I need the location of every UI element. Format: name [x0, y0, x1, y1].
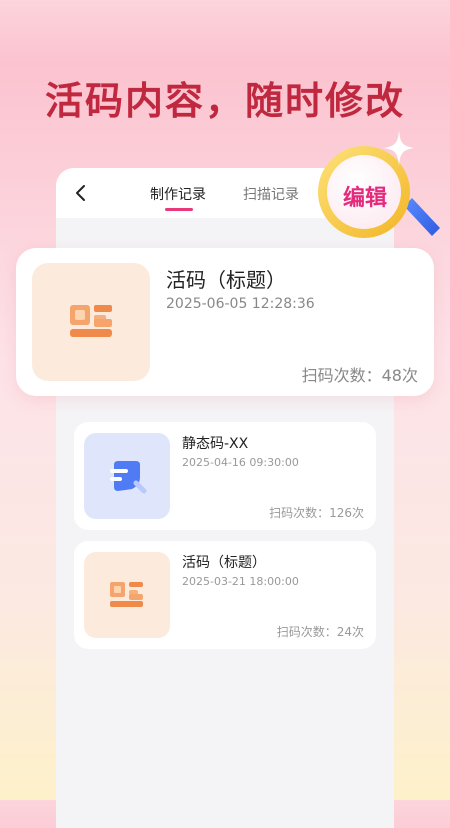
scan-count: 扫码次数：126次	[269, 506, 364, 520]
record-date: 2025-03-21 18:00:00	[182, 575, 299, 588]
back-button[interactable]	[70, 182, 92, 204]
list-item[interactable]: 活码（标题） 2025-03-21 18:00:00 扫码次数：24次	[74, 541, 376, 649]
scan-count: 扫码次数：48次	[301, 366, 418, 385]
record-title: 活码（标题）	[166, 268, 286, 292]
tab-scan-records[interactable]: 扫描记录	[243, 184, 299, 204]
sparkle-icon	[384, 130, 414, 166]
tab-made-records[interactable]: 制作记录	[150, 184, 206, 204]
active-tab-indicator	[165, 208, 193, 211]
live-code-icon	[70, 305, 112, 337]
record-thumbnail	[32, 263, 150, 381]
record-date: 2025-06-05 12:28:36	[166, 296, 315, 312]
record-thumbnail	[84, 552, 170, 638]
scan-count: 扫码次数：24次	[276, 625, 364, 639]
chevron-left-icon	[76, 185, 85, 201]
record-title: 活码（标题）	[182, 555, 266, 571]
edit-badge-label[interactable]: 编辑	[330, 180, 400, 212]
record-date: 2025-04-16 09:30:00	[182, 456, 299, 469]
page-headline: 活码内容，随时修改	[44, 79, 405, 123]
record-title: 静态码-XX	[182, 436, 249, 452]
featured-record-card[interactable]: 活码（标题） 2025-06-05 12:28:36 扫码次数：48次	[16, 248, 434, 396]
record-thumbnail	[84, 433, 170, 519]
list-item[interactable]: 静态码-XX 2025-04-16 09:30:00 扫码次数：126次	[74, 422, 376, 530]
live-code-icon	[110, 582, 143, 607]
static-code-icon	[110, 461, 147, 494]
